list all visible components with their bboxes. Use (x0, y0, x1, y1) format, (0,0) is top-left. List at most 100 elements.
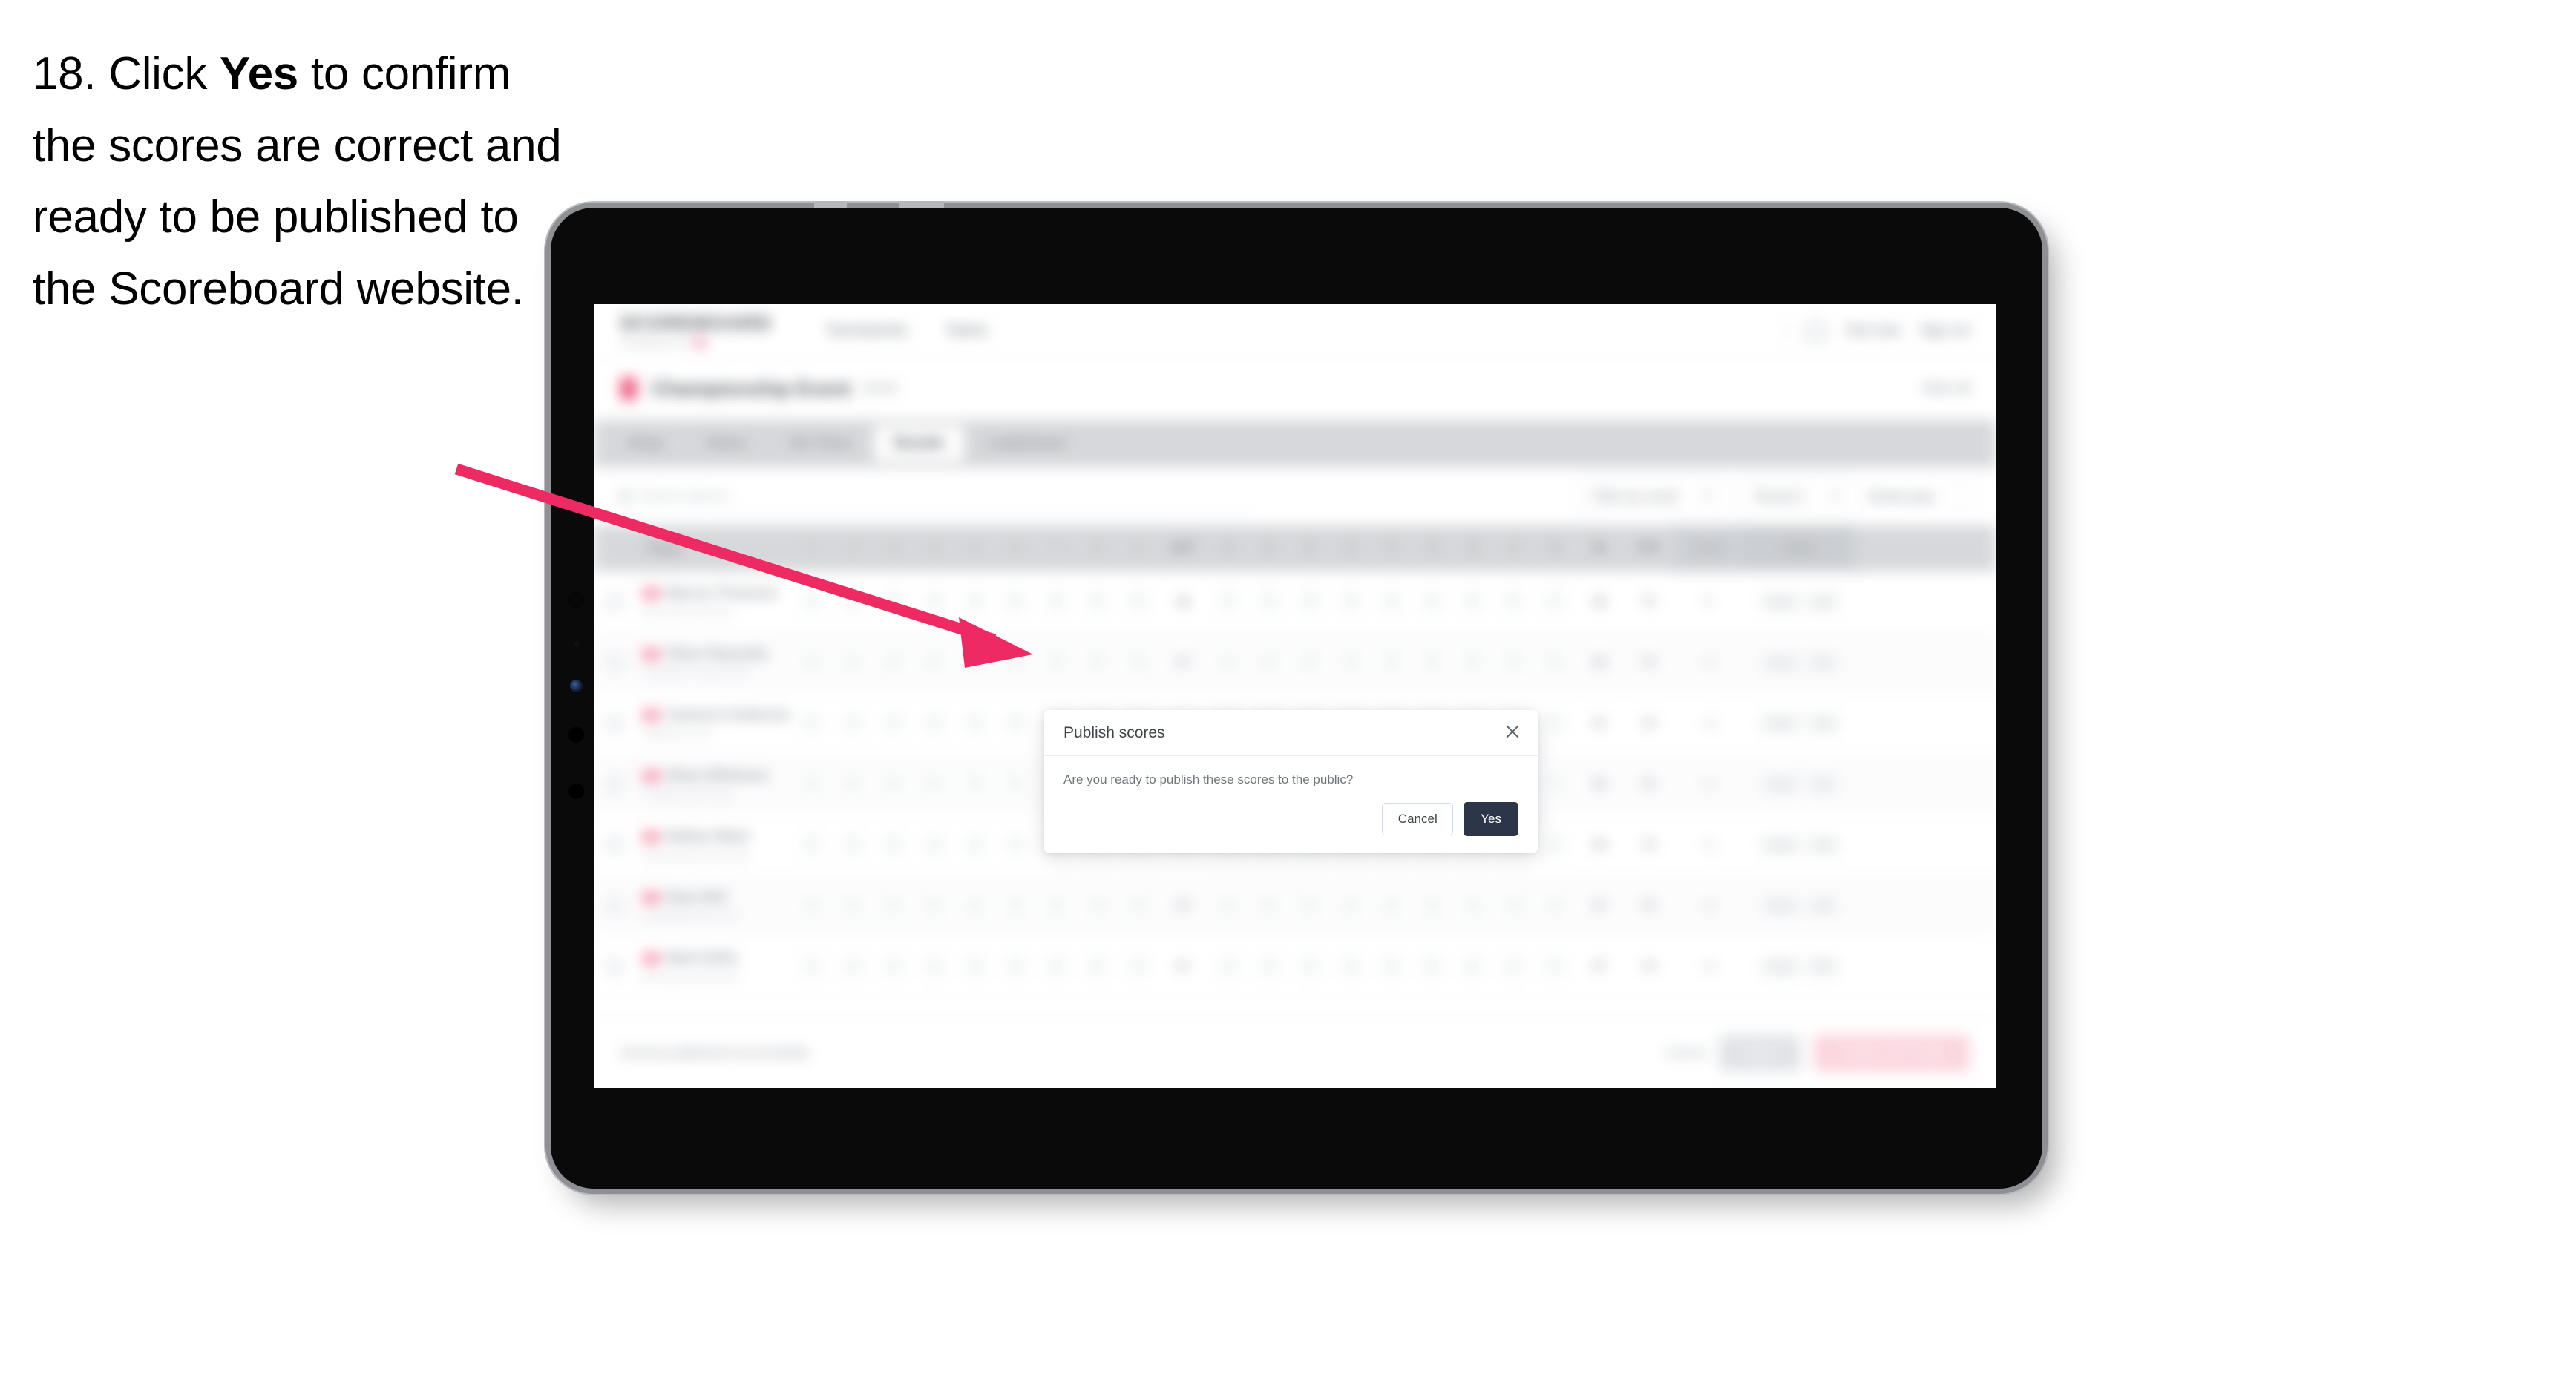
hole-score-cell[interactable]: 4 (1036, 649, 1077, 675)
hole-score-cell[interactable]: 4 (914, 953, 954, 979)
hole-score-cell[interactable]: 4 (791, 832, 832, 858)
hole-score-cell[interactable]: 4 (1493, 588, 1534, 614)
hole-score-cell[interactable]: 4 (1534, 893, 1575, 919)
hole-score-cell[interactable]: 4 (914, 771, 954, 797)
hole-score-cell[interactable]: 5 (914, 649, 954, 675)
hole-score-cell[interactable]: 5 (1248, 893, 1289, 919)
hole-score-cell[interactable]: 4 (1371, 649, 1412, 675)
hole-score-cell[interactable]: 5 (995, 771, 1036, 797)
hole-score-cell[interactable]: 5 (1077, 649, 1118, 675)
hole-score-cell[interactable]: 3 (1207, 649, 1248, 675)
hole-score-cell[interactable]: 4 (873, 771, 914, 797)
hole-score-cell[interactable]: 4 (832, 953, 873, 979)
hole-score-cell[interactable]: 5 (1077, 953, 1118, 979)
hole-score-cell[interactable]: 4 (914, 588, 954, 614)
hole-score-cell[interactable]: 4 (1118, 953, 1158, 979)
table-row[interactable]: Oliver Reynolds Lakeside Country Club 4 4 4 5… (594, 632, 1996, 693)
hole-score-cell[interactable]: 3 (1289, 893, 1330, 919)
hole-score-cell[interactable]: 4 (791, 649, 832, 675)
tab-teams[interactable]: Teams (686, 426, 766, 462)
checkbox[interactable] (606, 775, 623, 792)
checkbox[interactable] (606, 836, 623, 853)
close-icon[interactable] (1504, 723, 1521, 740)
row-checkbox-cell[interactable] (594, 958, 635, 975)
hole-score-cell[interactable]: 4 (995, 710, 1036, 736)
hole-score-cell[interactable]: 4 (1371, 588, 1412, 614)
tab-tee-times[interactable]: Tee Times (769, 426, 872, 462)
hole-score-cell[interactable]: 4 (914, 832, 954, 858)
hole-score-cell[interactable]: 4 (791, 588, 832, 614)
row-checkbox-cell[interactable] (594, 897, 635, 914)
hole-score-cell[interactable]: 5 (1118, 893, 1158, 919)
hole-score-cell[interactable]: 4 (995, 893, 1036, 919)
hole-score-cell[interactable]: 4 (954, 588, 995, 614)
hole-score-cell[interactable]: 5 (1289, 588, 1330, 614)
tab-leaderboard[interactable]: Leaderboard (967, 426, 1086, 462)
hole-score-cell[interactable]: 4 (791, 771, 832, 797)
hole-score-cell[interactable]: 4 (995, 953, 1036, 979)
row-checkbox-cell[interactable] (594, 654, 635, 671)
hole-score-cell[interactable]: 4 (1330, 649, 1371, 675)
hole-score-cell[interactable]: 5 (914, 893, 954, 919)
hole-score-cell[interactable]: 3 (791, 893, 832, 919)
hole-score-cell[interactable]: 4 (1330, 893, 1371, 919)
search-input[interactable]: Search players (619, 480, 1257, 513)
hole-score-cell[interactable]: 3 (954, 649, 995, 675)
yes-button[interactable]: Yes (1464, 802, 1518, 836)
footer-publish-button[interactable]: Publish and notify (1813, 1035, 1970, 1071)
hole-score-cell[interactable]: 5 (873, 832, 914, 858)
hole-score-cell[interactable]: 3 (1534, 832, 1575, 858)
hole-score-cell[interactable]: 4 (1412, 588, 1452, 614)
brand-logo[interactable]: SCOREBOARD POWERED BY (620, 313, 773, 349)
footer-save-button[interactable]: Save (1719, 1035, 1800, 1071)
table-row[interactable]: Mark Hollis Birchwood Golf Club 4 4 4 4 5 4 3 5 4 3… (594, 936, 1996, 997)
hole-score-cell[interactable]: 5 (1452, 649, 1493, 675)
hole-score-cell[interactable]: 4 (1207, 953, 1248, 979)
hole-score-cell[interactable]: 5 (1412, 953, 1452, 979)
hole-score-cell[interactable]: 4 (1118, 649, 1158, 675)
bell-icon[interactable] (1806, 320, 1826, 341)
row-checkbox-cell[interactable] (594, 593, 635, 610)
settings-icon[interactable] (1946, 484, 1971, 509)
row-checkbox-cell[interactable] (594, 715, 635, 732)
cancel-button[interactable]: Cancel (1382, 803, 1454, 835)
hole-score-cell[interactable]: 5 (954, 953, 995, 979)
view-all-link[interactable]: View all (1921, 381, 1970, 397)
hole-score-cell[interactable]: 4 (1207, 893, 1248, 919)
hole-score-cell[interactable]: 5 (791, 710, 832, 736)
nav-item-tournaments[interactable]: Tournaments (826, 323, 908, 339)
filter-round-select[interactable]: Filter by round (1576, 479, 1728, 514)
hole-score-cell[interactable]: 4 (832, 832, 873, 858)
user-name-label[interactable]: Test User (1845, 323, 1901, 338)
hole-score-cell[interactable]: 3 (1330, 588, 1371, 614)
tab-results[interactable]: Results (874, 426, 964, 462)
hole-score-cell[interactable]: 3 (1036, 953, 1077, 979)
hole-score-cell[interactable]: 4 (995, 649, 1036, 675)
hole-score-cell[interactable]: 4 (873, 649, 914, 675)
hole-score-cell[interactable]: 4 (954, 710, 995, 736)
hole-score-cell[interactable]: 3 (954, 771, 995, 797)
tab-setup[interactable]: Setup (607, 426, 683, 462)
hole-score-cell[interactable]: 4 (832, 893, 873, 919)
hole-score-cell[interactable]: 4 (1077, 893, 1118, 919)
hole-score-cell[interactable]: 4 (1493, 649, 1534, 675)
hole-score-cell[interactable]: 4 (1036, 893, 1077, 919)
format-control[interactable]: Stroke play (1867, 484, 1971, 509)
hole-score-cell[interactable]: 4 (1452, 953, 1493, 979)
hole-score-cell[interactable]: 4 (832, 710, 873, 736)
hole-score-cell[interactable]: 4 (1207, 588, 1248, 614)
checkbox[interactable] (606, 593, 623, 610)
checkbox[interactable] (606, 654, 623, 671)
hole-score-cell[interactable]: 5 (1534, 710, 1575, 736)
hole-score-cell[interactable]: 5 (1371, 893, 1412, 919)
hole-score-cell[interactable]: 5 (1534, 953, 1575, 979)
hole-score-cell[interactable]: 4 (873, 893, 914, 919)
hole-score-cell[interactable]: 4 (1248, 953, 1289, 979)
hole-score-cell[interactable]: 4 (1493, 893, 1534, 919)
hole-score-cell[interactable]: 5 (1452, 588, 1493, 614)
hole-score-cell[interactable]: 3 (1412, 649, 1452, 675)
nav-item-teams[interactable]: Teams (945, 323, 987, 339)
hole-score-cell[interactable]: 4 (914, 710, 954, 736)
footer-cancel-button[interactable]: Cancel (1665, 1045, 1706, 1061)
hole-score-cell[interactable]: 3 (873, 710, 914, 736)
